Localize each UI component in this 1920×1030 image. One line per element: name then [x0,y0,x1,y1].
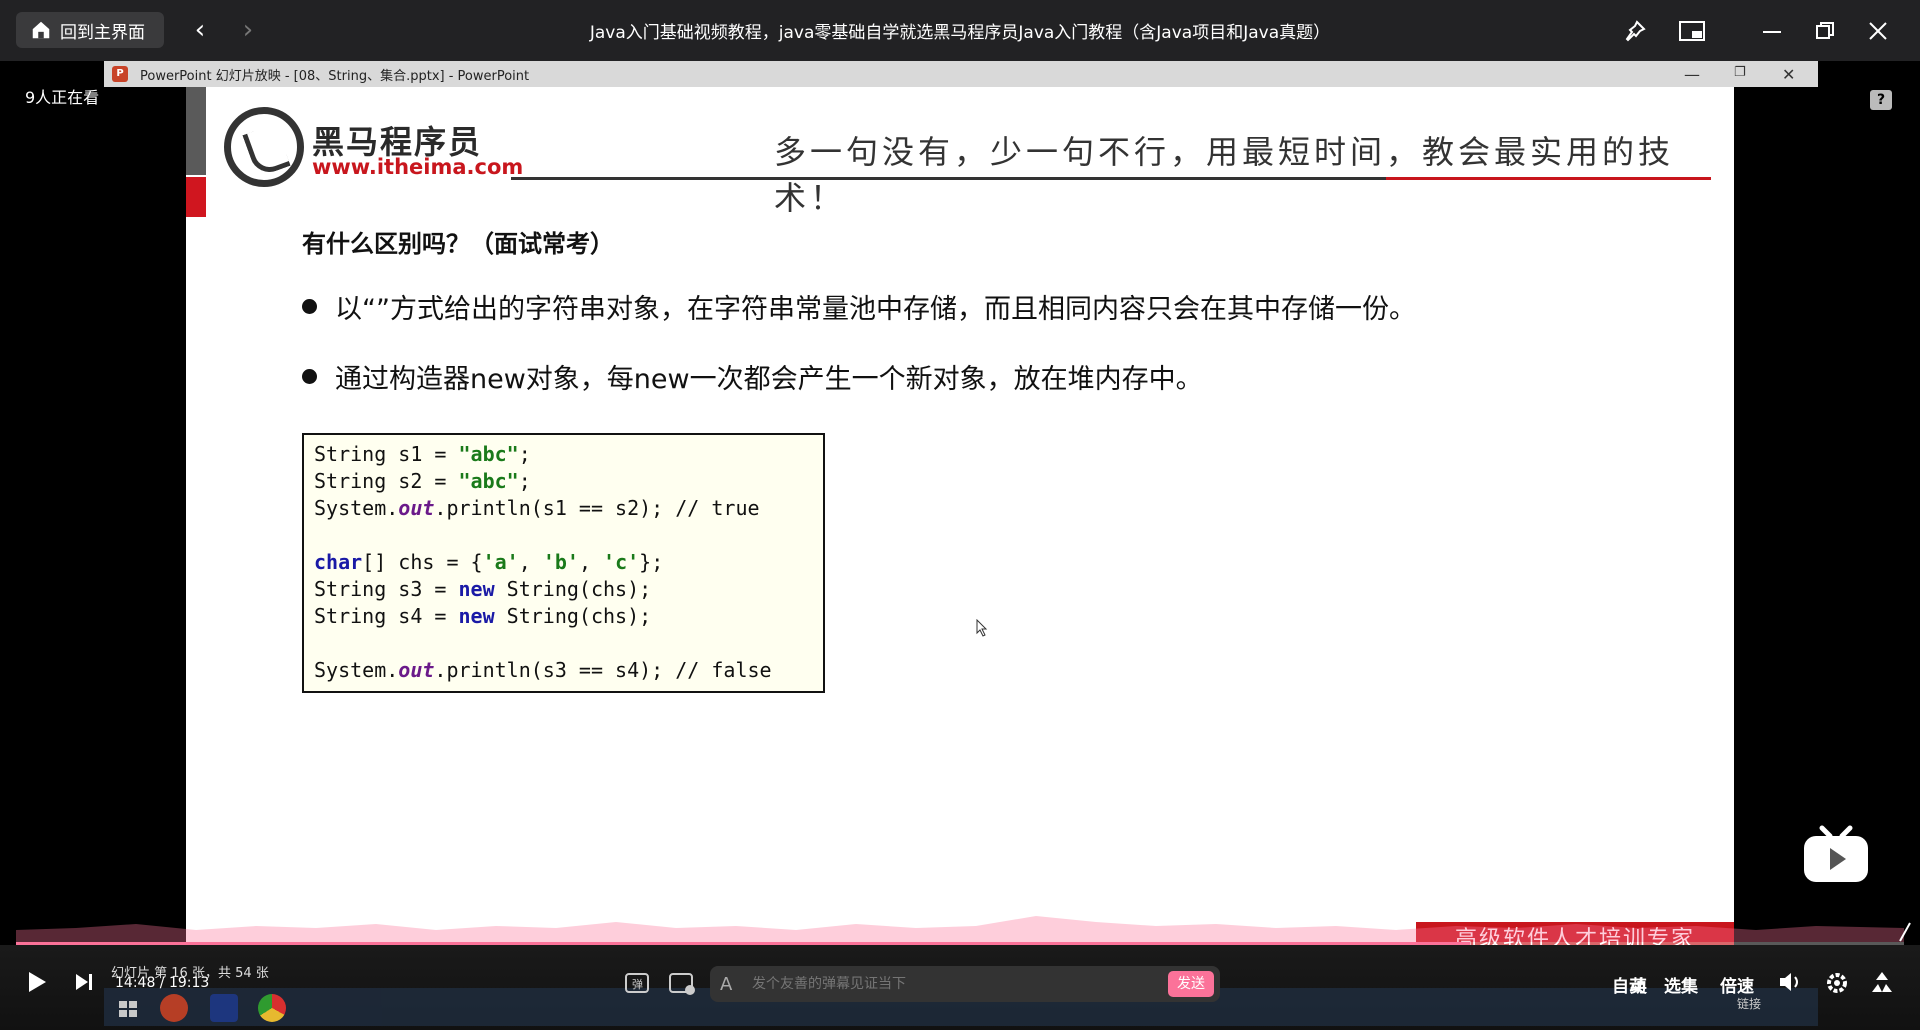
code-token: , [578,550,604,574]
code-token: [] chs = { [362,550,483,574]
next-icon[interactable] [74,972,94,992]
chrome-taskbar-icon [258,994,286,1022]
code-keyword: char [314,550,363,574]
code-keyword: new [458,604,495,628]
windows-start-icon [114,994,142,1022]
forward-icon[interactable]: › [234,16,262,44]
progress-knob-icon[interactable] [1898,921,1912,943]
code-string: "abc" [458,442,519,466]
bilibili-tv-icon[interactable] [1802,822,1870,884]
text-style-icon[interactable]: A [720,974,742,995]
heatmap-waveform [16,916,1904,942]
code-string: 'b' [542,550,579,574]
ppt-restore-icon: ❐ [1734,65,1746,80]
ppt-minimize-icon: — [1684,65,1700,84]
code-line: String s4 = new String(chs); [314,603,813,630]
code-field: out [398,496,435,520]
code-token: String(chs); [494,577,652,601]
intellij-taskbar-icon [210,994,238,1022]
code-field: out [398,658,435,682]
title-bar: 回到主界面 ‹ › Java入门基础视频教程，java零基础自学就选黑马程序员J… [0,0,1920,61]
code-block: String s1 = "abc"; String s2 = "abc"; Syst… [302,433,825,693]
auto-quality-button[interactable]: 自动 [1612,972,1646,997]
send-button[interactable]: 发送 [1168,971,1214,997]
powerpoint-icon: P [112,66,128,82]
slogan: 多一句没有，少一句不行，用最短时间，教会最实用的技术！ [774,133,1675,217]
slide-question: 有什么区别吗？（面试常考） [302,230,614,258]
code-line: String s3 = new String(chs); [314,576,813,603]
help-icon[interactable]: ? [1870,90,1892,110]
minimize-icon[interactable] [1757,16,1787,46]
code-token: , [518,550,543,574]
danmu-input[interactable] [752,976,1168,992]
code-line: String s1 = "abc"; [314,441,813,468]
mouse-cursor-icon [976,619,988,637]
code-token: System. [314,658,399,682]
home-button[interactable]: 回到主界面 [16,12,164,48]
code-token: String s1 = [314,442,459,466]
close-icon[interactable] [1863,16,1893,46]
slogan-underline-accent [1386,177,1711,180]
speed-button[interactable]: 倍速 [1720,972,1754,997]
code-keyword: new [458,577,495,601]
code-token: ; [518,442,531,466]
danmu-input-box: A 发送 [710,966,1220,1002]
code-line: String s2 = "abc"; [314,468,813,495]
settings-gear-icon[interactable] [1824,970,1850,996]
code-token: }; [639,550,664,574]
play-icon[interactable] [26,970,48,994]
bullet-text: 通过构造器new对象，每new一次都会产生一个新对象，放在堆内存中。 [335,364,1203,395]
code-token: System. [314,496,399,520]
code-token: String s2 = [314,469,459,493]
ppt-window-title: PowerPoint 幻灯片放映 - [08、String、集合.pptx] -… [140,68,530,84]
code-string: 'c' [603,550,640,574]
slide: 黑马程序员 www.itheima.com 多一句没有，少一句不行，用最短时间，… [186,87,1734,957]
episodes-button[interactable]: 选集 [1664,972,1698,997]
ppt-close-icon: ✕ [1782,65,1796,84]
code-token: String s4 = [314,604,459,628]
powerpoint-taskbar-icon [160,994,188,1022]
bullet-item: 通过构造器new对象，每new一次都会产生一个新对象，放在堆内存中。 [302,357,1203,396]
slide-decor-bar [186,87,206,175]
brand-url: www.itheima.com [312,155,524,179]
restore-icon[interactable] [1810,16,1840,46]
danmu-toggle-icon[interactable]: 弹 [624,970,652,996]
code-token: String s3 = [314,577,459,601]
itheima-logo-icon [224,107,304,187]
danmu-settings-icon[interactable] [668,970,696,996]
code-token: String(chs); [494,604,652,628]
home-button-label: 回到主界面 [60,22,145,43]
viewer-count: 9人正在看 [25,88,100,107]
code-token: ; [518,469,531,493]
back-icon[interactable]: ‹ [186,16,214,44]
code-line: System.out.println(s3 == s4); // false [314,657,813,684]
link-label: 链接 [1737,997,1762,1011]
code-line: System.out.println(s1 == s2); // true [314,495,813,522]
home-icon [32,21,50,39]
code-token: .println(s3 == s4); // false [434,658,772,682]
bullet-item: 以“”方式给出的字符串对象，在字符串常量池中存储，而且相同内容只会在其中存储一份… [302,287,1416,326]
code-string: 'a' [482,550,519,574]
window-title: Java入门基础视频教程，java零基础自学就选黑马程序员Java入门教程（含J… [589,23,1331,43]
bullet-dot [302,299,317,314]
bullet-dot [302,369,317,384]
bullet-text: 以“”方式给出的字符串对象，在字符串常量池中存储，而且相同内容只会在其中存储一份… [335,294,1416,325]
play-time: 14:48 / 19:13 [115,975,210,991]
code-line: char[] chs = {'a', 'b', 'c'}; [314,549,813,576]
slide-decor-bar-red [186,177,206,217]
fullscreen-icon[interactable] [1868,970,1896,996]
pip-icon[interactable] [1677,16,1707,46]
volume-icon[interactable] [1778,970,1804,994]
code-token: .println(s1 == s2); // true [434,496,760,520]
svg-text:弹: 弹 [632,977,643,991]
pin-icon[interactable] [1620,16,1650,46]
code-string: "abc" [458,469,519,493]
ppt-titlebar: P PowerPoint 幻灯片放映 - [08、String、集合.pptx]… [104,61,1818,87]
